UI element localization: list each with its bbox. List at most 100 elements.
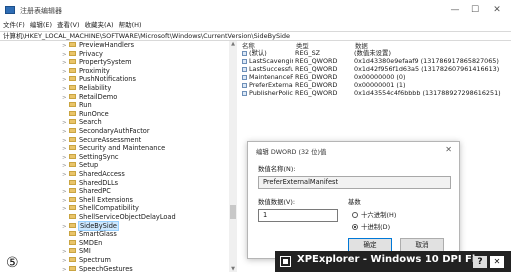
tree-item[interactable]: SMDEn: [62, 239, 102, 248]
tree-item[interactable]: Run: [62, 101, 92, 110]
value-type: REG_QWORD: [295, 57, 338, 65]
tree-item-label: SecureAssessment: [79, 135, 142, 144]
string-value-icon: [242, 51, 247, 56]
tree-item[interactable]: ShellServiceObjectDelayLoad: [62, 213, 176, 222]
tree-item[interactable]: > SideBySide: [62, 220, 119, 231]
folder-icon: [69, 145, 76, 151]
tree-item-label: Setup: [79, 161, 99, 170]
value-row[interactable]: LastScavenging...REG_QWORD 0x1d43380e9efa…: [241, 57, 511, 65]
maximize-button[interactable]: ☐: [468, 4, 482, 16]
menu-help[interactable]: 帮助(H): [116, 20, 144, 31]
tree-item[interactable]: > Shell Extensions: [62, 196, 133, 205]
tree-item[interactable]: SharedDLLs: [62, 179, 118, 188]
tree-item[interactable]: > PreviewHandlers: [62, 41, 134, 50]
tree-item-label: Security and Maintenance: [79, 144, 166, 153]
value-row[interactable]: LastSuccessfull...REG_QWORD 0x1d42f956f1d…: [241, 65, 511, 73]
scroll-down-icon[interactable]: ▼: [229, 266, 237, 272]
tree-item-label: Privacy: [79, 49, 103, 58]
tree-item-label: PushNotifications: [79, 75, 136, 84]
folder-icon: [69, 93, 76, 99]
tree-item[interactable]: > SMI: [62, 247, 91, 256]
banner-close-button[interactable]: ✕: [490, 256, 504, 268]
menu-file[interactable]: 文件(F): [0, 20, 27, 31]
tree-item-label: SideBySide: [78, 220, 119, 231]
folder-icon: [69, 188, 76, 194]
folder-icon: [69, 85, 76, 90]
chevron-right-icon[interactable]: >: [62, 266, 69, 272]
column-header-data[interactable]: 数据: [355, 41, 368, 50]
tree-item-label: ShellServiceObjectDelayLoad: [79, 213, 176, 221]
tree-item[interactable]: > PushNotifications: [62, 75, 136, 84]
tree-item[interactable]: SmartGlass: [62, 230, 117, 239]
folder-icon: [69, 50, 76, 56]
tree-item-label: Search: [79, 118, 102, 127]
radio-hex-indicator[interactable]: [352, 212, 358, 218]
value-data-input[interactable]: 1: [258, 209, 338, 222]
value-name: PreferExternal...: [249, 81, 293, 89]
tree-item[interactable]: > Reliability: [62, 84, 111, 93]
banner-title: XPExplorer - Windows 10 DPI Fix: [297, 254, 482, 265]
base-group-label: 基数: [348, 198, 361, 206]
tree-item[interactable]: > Search: [62, 118, 102, 127]
tree-item-label: Shell Extensions: [79, 195, 133, 204]
tree-item[interactable]: > SharedPC: [62, 187, 111, 196]
value-name: (默认): [249, 49, 267, 57]
folder-icon: [69, 265, 76, 271]
value-row[interactable]: PreferExternal...REG_DWORD 0x00000001 (1): [241, 81, 511, 89]
dialog-title: 编辑 DWORD (32 位)值: [256, 148, 327, 156]
folder-icon: [69, 257, 76, 262]
tree-item-label: PropertySystem: [79, 58, 132, 67]
tree-item-label: SpeechGestures: [79, 264, 133, 272]
dialog-close-button[interactable]: ✕: [445, 145, 452, 154]
radio-dec-indicator[interactable]: [352, 224, 358, 230]
tree-item[interactable]: > SharedAccess: [62, 170, 125, 179]
cancel-button[interactable]: 取消: [400, 238, 444, 252]
column-header-type[interactable]: 类型: [296, 41, 309, 50]
tree-item-label: Spectrum: [79, 256, 111, 264]
tree-item[interactable]: > SecureAssessment: [62, 136, 141, 145]
tree-item[interactable]: > Proximity: [62, 67, 110, 76]
radio-decimal[interactable]: 十进制(D): [352, 222, 390, 231]
value-row[interactable]: MaintenanceFlaREG_DWORD 0x00000000 (0): [241, 73, 511, 81]
tree-scrollbar[interactable]: ▲ ▼: [229, 41, 237, 272]
close-button[interactable]: ✕: [490, 4, 504, 16]
tree-item[interactable]: > Security and Maintenance: [62, 144, 165, 153]
tree-item[interactable]: > Privacy: [62, 50, 103, 59]
value-row[interactable]: (默认) REG_SZ (数值未设置): [241, 49, 511, 57]
tree-item-label: SharedAccess: [79, 170, 125, 178]
ok-button[interactable]: 确定: [348, 238, 392, 252]
value-type: REG_DWORD: [295, 73, 338, 81]
tree-item[interactable]: > RetailDemo: [62, 93, 117, 102]
window-icon: [280, 256, 291, 267]
value-data: 0x1d43554c4f6bbbb (131788927298616251): [354, 89, 501, 97]
menu-edit[interactable]: 编辑(E): [27, 20, 54, 31]
tree-item[interactable]: > SpeechGestures: [62, 265, 133, 272]
menu-favorites[interactable]: 收藏夹(A): [82, 20, 116, 31]
tree-item-label: Proximity: [79, 66, 110, 75]
tree-item-label: RunOnce: [79, 109, 109, 118]
tree-item[interactable]: RunOnce: [62, 110, 109, 119]
tree-item[interactable]: > Spectrum: [62, 256, 111, 265]
folder-icon: [69, 119, 76, 125]
tree-item[interactable]: > SettingSync: [62, 153, 119, 162]
folder-icon: [69, 248, 76, 254]
column-header-name[interactable]: 名称: [242, 41, 255, 50]
tree-item[interactable]: > Setup: [62, 161, 98, 170]
value-name: MaintenanceFla: [249, 73, 293, 81]
scroll-thumb[interactable]: [230, 205, 236, 219]
folder-icon: [69, 67, 76, 73]
folder-icon: [69, 179, 76, 185]
tree-item[interactable]: > PropertySystem: [62, 58, 132, 67]
minimize-button[interactable]: —: [448, 4, 462, 16]
address-bar[interactable]: 计算机\HKEY_LOCAL_MACHINE\SOFTWARE\Microsof…: [0, 31, 511, 41]
folder-icon: [69, 196, 76, 202]
scroll-up-icon[interactable]: ▲: [229, 41, 237, 47]
help-button[interactable]: ?: [473, 256, 487, 268]
value-row[interactable]: PublisherPolicy...REG_QWORD 0x1d43554c4f6…: [241, 89, 511, 97]
tree-item[interactable]: > SecondaryAuthFactor: [62, 127, 150, 136]
menu-view[interactable]: 查看(V): [54, 20, 82, 31]
radio-hex-label: 十六进制(H): [361, 211, 397, 219]
folder-icon: [69, 102, 76, 108]
radio-hexadecimal[interactable]: 十六进制(H): [352, 210, 396, 219]
tree-item[interactable]: > ShellCompatibility: [62, 204, 139, 213]
